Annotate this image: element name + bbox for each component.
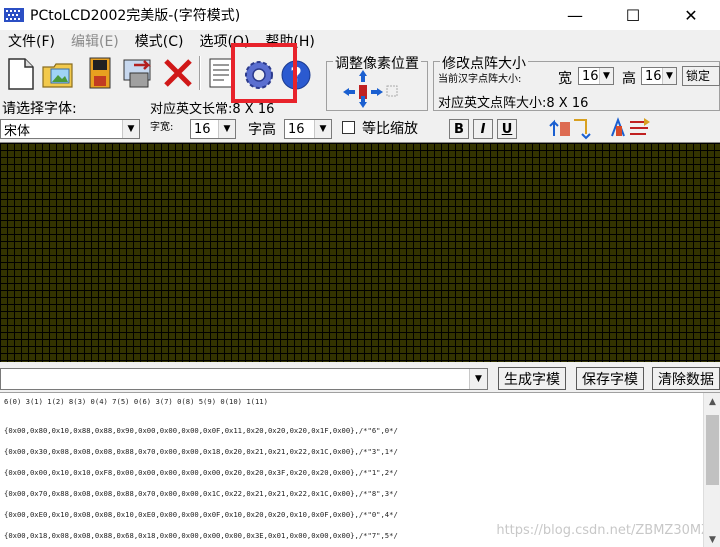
proportional-checkbox[interactable] (342, 121, 355, 134)
save-icon[interactable] (82, 55, 118, 91)
matrix-size-group: 修改点阵大小 当前汉字点阵大小: 宽 16 ▼ 高 16 ▼ 锁定 对应英文点阵… (433, 53, 720, 111)
chevron-down-icon: ▼ (469, 369, 487, 389)
matrix-height-select[interactable]: 16 ▼ (641, 67, 677, 85)
chevron-down-icon: ▼ (599, 68, 613, 84)
matrix-width-value: 16 (582, 68, 599, 84)
chevron-down-icon: ▼ (122, 120, 139, 138)
app-logo-icon (4, 8, 24, 22)
save-font-button[interactable]: 保存字模 (576, 367, 644, 390)
output-line: {0x00,0x00,0x10,0x10,0xF8,0x00,0x00,0x00… (4, 468, 398, 477)
select-font-label: 请选择字体: (2, 101, 77, 117)
generate-button[interactable]: 生成字模 (498, 367, 566, 390)
matrix-height-label: 高 (622, 71, 636, 87)
chevron-down-icon: ▼ (314, 120, 331, 138)
close-button[interactable]: ✕ (662, 0, 720, 30)
zi-kuan-label: 字宽: (150, 122, 174, 133)
zi-gao-label: 字高 (248, 122, 276, 138)
open-image-icon[interactable] (40, 55, 76, 91)
delete-icon[interactable] (160, 55, 196, 91)
font-height-value: 16 (288, 121, 305, 137)
font-select[interactable]: 宋体 ▼ (0, 119, 140, 139)
watermark-text: https://blog.csdn.net/ZBMZ30MZ (496, 523, 710, 538)
proportional-label: 等比缩放 (362, 121, 418, 137)
font-width-select[interactable]: 16 ▼ (190, 119, 236, 139)
matrix-width-label: 宽 (558, 71, 572, 87)
vertical-scrollbar[interactable]: ▲ ▼ (703, 393, 720, 547)
clear-data-button[interactable]: 清除数据 (652, 367, 720, 390)
title-bar: PCtoLCD2002完美版-(字符模式) — ☐ ✕ (0, 0, 720, 30)
menu-bar: 文件(F) 编辑(E) 模式(C) 选项(O) 帮助(H) (0, 30, 720, 52)
maximize-button[interactable]: ☐ (604, 0, 662, 30)
input-row: ▼ 生成字模 保存字模 清除数据 (0, 362, 720, 392)
rotate-icon[interactable] (548, 116, 594, 140)
minimize-button[interactable]: — (546, 0, 604, 30)
output-line: {0x00,0x80,0x10,0x88,0x88,0x90,0x00,0x00… (4, 426, 398, 435)
chevron-down-icon: ▼ (662, 68, 676, 84)
menu-edit[interactable]: 编辑(E) (63, 31, 127, 51)
pixel-shift-arrows-icon[interactable] (339, 68, 399, 110)
output-line: {0x00,0x70,0x88,0x08,0x08,0x88,0x70,0x00… (4, 489, 398, 498)
font-height-select[interactable]: 16 ▼ (284, 119, 332, 139)
current-matrix-label: 当前汉字点阵大小: (438, 74, 522, 85)
scroll-down-icon[interactable]: ▼ (704, 531, 720, 547)
matrix-height-value: 16 (645, 68, 662, 84)
font-width-value: 16 (194, 121, 211, 137)
output-line: {0x00,0xE0,0x10,0x08,0x08,0x10,0xE0,0x00… (4, 510, 398, 519)
scroll-thumb[interactable] (706, 415, 719, 485)
output-textarea[interactable]: 6(0) 3(1) 1(2) 8(3) 0(4) 7(5) 0(6) 3(7) … (0, 392, 720, 547)
underline-button[interactable]: U (497, 119, 517, 139)
new-file-icon[interactable] (3, 55, 39, 91)
english-matrix-label: 对应英文点阵大小:8 X 16 (438, 96, 589, 111)
menu-file[interactable]: 文件(F) (0, 31, 63, 51)
character-input[interactable]: ▼ (0, 368, 488, 390)
pixel-position-group: 调整像素位置 (326, 53, 428, 111)
toolbar-separator (199, 56, 201, 90)
export-icon[interactable] (120, 55, 156, 91)
font-name: 宋体 (4, 123, 31, 139)
dot-matrix-canvas[interactable] (0, 142, 720, 362)
italic-button[interactable]: I (473, 119, 493, 139)
output-line: {0x00,0x30,0x08,0x08,0x08,0x88,0x70,0x00… (4, 447, 398, 456)
highlight-annotation (231, 43, 297, 103)
lock-button[interactable]: 锁定 (682, 66, 720, 86)
menu-mode[interactable]: 模式(C) (127, 31, 192, 51)
lock-button-label: 锁定 (686, 69, 711, 83)
scroll-up-icon[interactable]: ▲ (704, 393, 720, 410)
window-title: PCtoLCD2002完美版-(字符模式) (30, 8, 241, 24)
chevron-down-icon: ▼ (218, 120, 235, 138)
output-index-line: 6(0) 3(1) 1(2) 8(3) 0(4) 7(5) 0(6) 3(7) … (4, 397, 268, 406)
bold-button[interactable]: B (449, 119, 469, 139)
mirror-icon[interactable] (608, 116, 654, 140)
toolbar: ? 请选择字体: 对应英文长常:8 X 16 宋体 ▼ 字宽: 16 ▼ 字高 … (0, 52, 720, 142)
matrix-width-select[interactable]: 16 ▼ (578, 67, 614, 85)
output-line: {0x00,0x18,0x08,0x08,0x88,0x68,0x18,0x00… (4, 531, 398, 540)
